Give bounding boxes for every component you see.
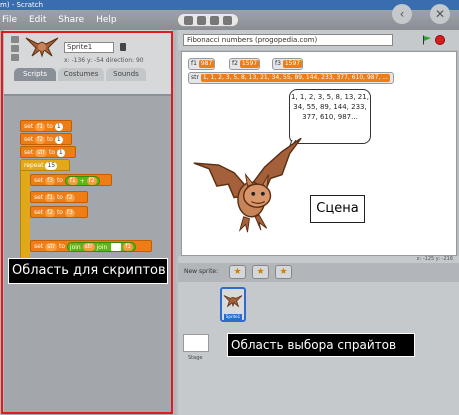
bat-sprite[interactable]	[190, 136, 305, 242]
monitor-label: f1	[191, 60, 197, 67]
monitor-value: 1, 1, 2, 3, 5, 8, 13, 21, 34, 55, 89, 14…	[200, 73, 390, 82]
sprite-list: Sprite1 Stage Область выбора спрайтов	[178, 282, 459, 415]
monitor-f3: f3 1597	[272, 58, 304, 70]
stop-icon[interactable]	[435, 35, 445, 45]
scripts-highlight-frame	[1, 31, 173, 414]
new-sprite-bar: New sprite: ★ ★ ★	[178, 263, 459, 282]
menu-share[interactable]: Share	[58, 10, 84, 30]
stage[interactable]: f1 987 f2 1597 f3 1597 str 1, 1, 2, 3, 5…	[181, 51, 457, 256]
menu-help[interactable]: Help	[96, 10, 117, 30]
choose-sprite-icon[interactable]: ★	[252, 265, 269, 279]
project-title-input[interactable]: Fibonacci numbers (progopedia.com)	[183, 34, 393, 46]
scripts-area-annotation: Область для скриптов	[8, 258, 168, 284]
random-sprite-icon[interactable]: ★	[275, 265, 292, 279]
monitor-str: str 1, 1, 2, 3, 5, 8, 13, 21, 34, 55, 89…	[188, 72, 394, 84]
monitor-f2: f2 1597	[229, 58, 261, 70]
stage-annotation: Сцена	[310, 195, 365, 223]
menu-edit[interactable]: Edit	[29, 10, 46, 30]
monitor-f1: f1 987	[188, 58, 216, 70]
monitor-label: f2	[232, 60, 238, 67]
green-flag-icon[interactable]	[422, 35, 432, 45]
monitor-value: 987	[198, 59, 215, 68]
cursor-tools	[177, 13, 239, 27]
mouse-coords: x: -125 y: -216	[178, 256, 459, 263]
menu-file[interactable]: File	[2, 10, 17, 30]
window-title: m) - Scratch	[0, 0, 459, 10]
bat-thumbnail-icon	[223, 295, 243, 308]
stage-label: Stage	[188, 355, 203, 361]
sprites-area-annotation: Область выбора спрайтов	[227, 333, 415, 357]
stage-thumbnail[interactable]	[183, 334, 209, 352]
sprite-tile-sprite1[interactable]: Sprite1	[220, 287, 246, 322]
chevron-left-icon[interactable]: ‹	[392, 4, 412, 24]
monitor-label: f3	[275, 60, 281, 67]
monitor-value: 1597	[239, 59, 260, 68]
stage-header: Fibonacci numbers (progopedia.com)	[178, 30, 459, 50]
duplicate-icon[interactable]	[184, 16, 193, 25]
close-icon[interactable]: ✕	[430, 4, 450, 24]
monitor-value: 1597	[282, 59, 303, 68]
delete-icon[interactable]	[197, 16, 206, 25]
monitor-label: str	[191, 74, 199, 81]
shrink-icon[interactable]	[223, 16, 232, 25]
new-sprite-label: New sprite:	[184, 268, 219, 275]
grow-icon[interactable]	[210, 16, 219, 25]
sprite-tile-label: Sprite1	[224, 314, 242, 320]
paint-new-sprite-icon[interactable]: ★	[229, 265, 246, 279]
